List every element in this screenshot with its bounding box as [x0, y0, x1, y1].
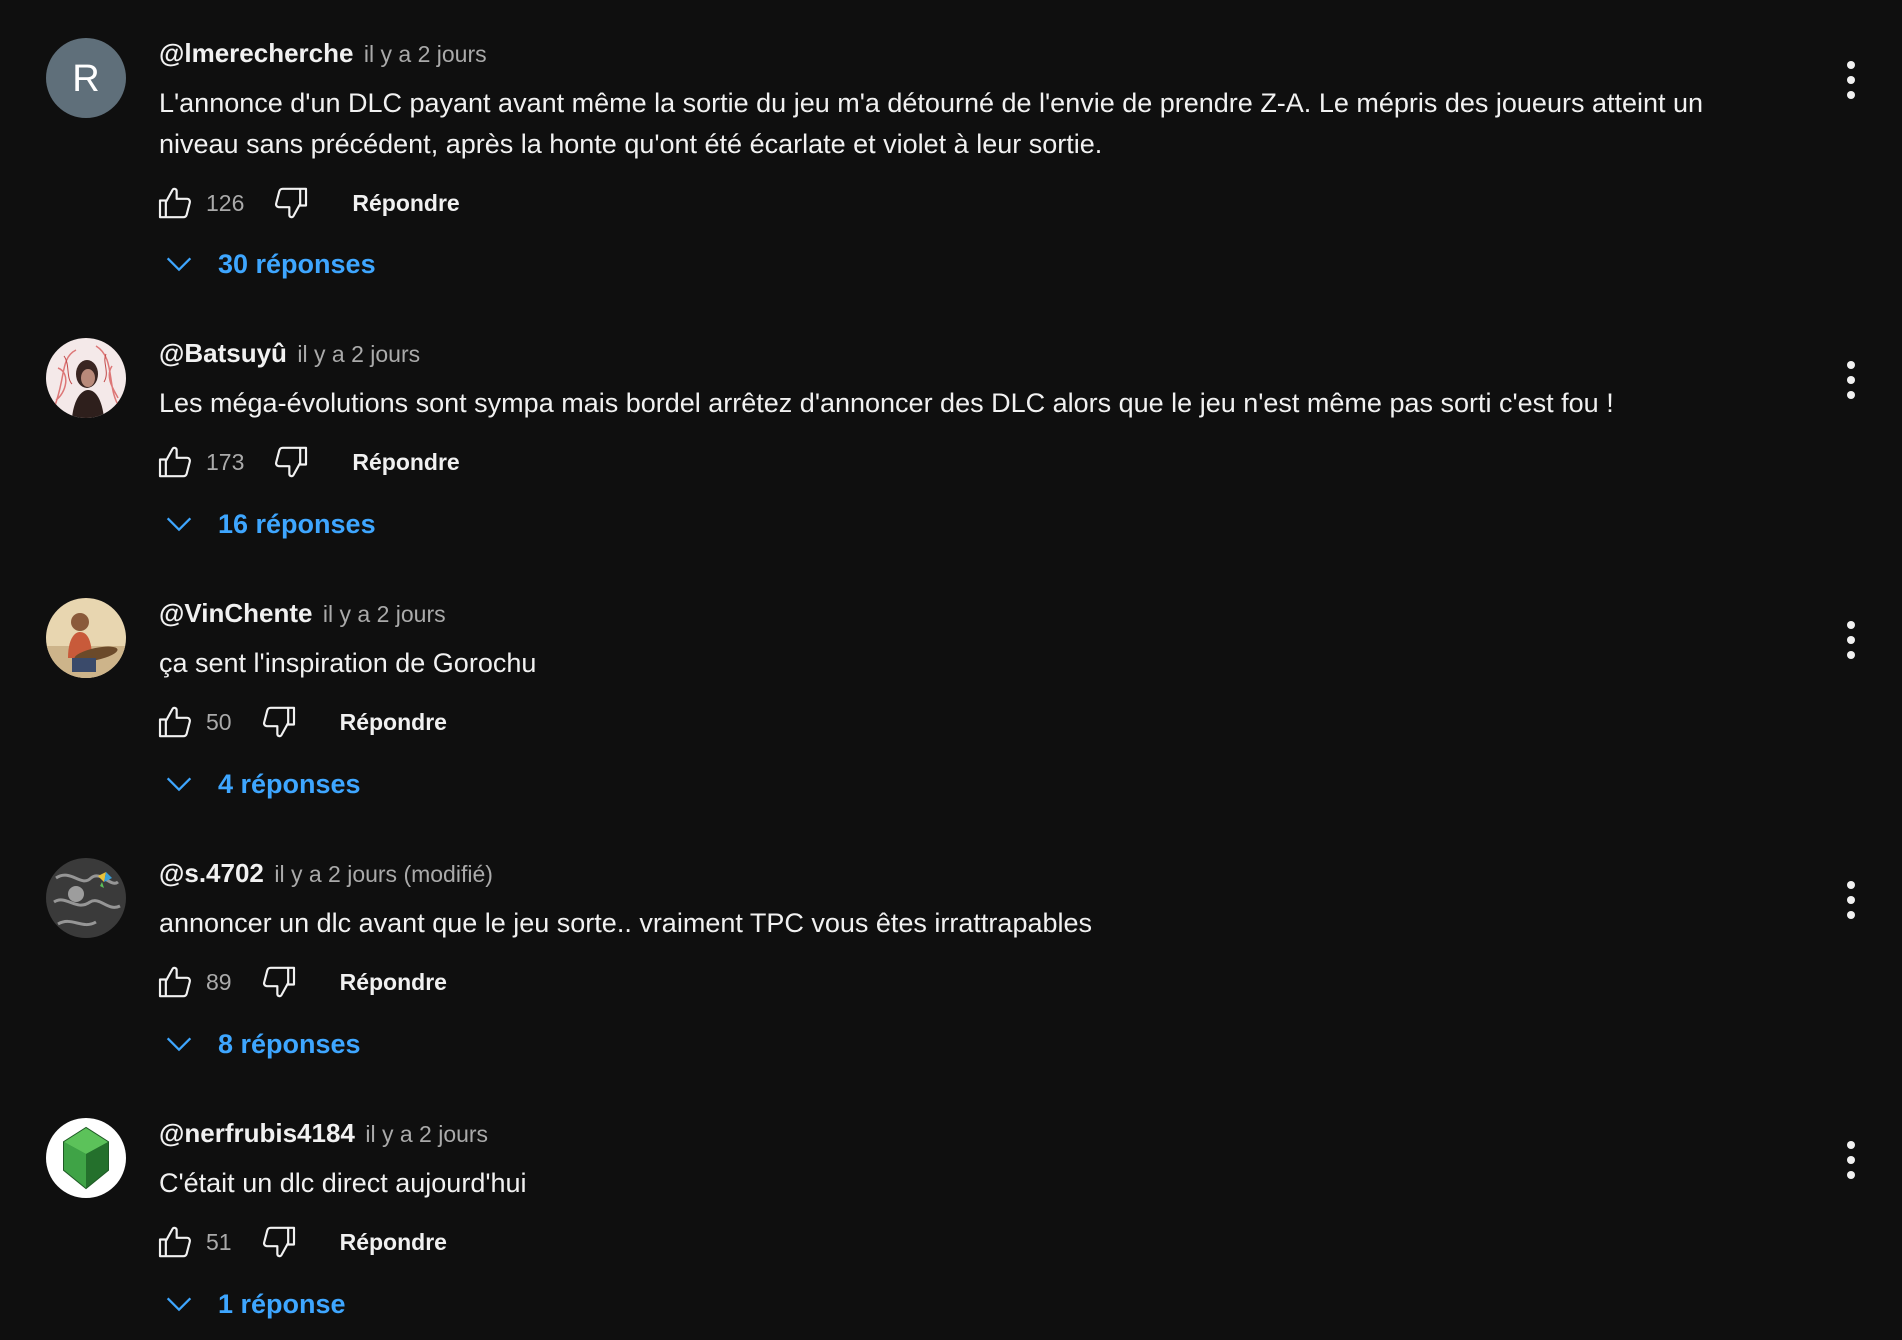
comment-time[interactable]: il y a 2 jours: [364, 41, 487, 67]
replies-count-label: 8 réponses: [218, 1028, 361, 1059]
comment-actions: 51 Répondre: [154, 1219, 447, 1265]
comment-author[interactable]: @s.4702: [159, 858, 264, 888]
comment-item: @s.4702 il y a 2 jours (modifié) annonce…: [0, 820, 1902, 1080]
comment-list: R @lmerecherche il y a 2 jours L'annonce…: [0, 0, 1902, 1338]
comment-text: ça sent l'inspiration de Gorochu: [159, 648, 537, 678]
more-vertical-icon: [1845, 360, 1857, 400]
dislike-button[interactable]: [258, 961, 300, 1003]
view-replies-button[interactable]: 30 réponses: [162, 247, 376, 281]
dislike-button[interactable]: [270, 182, 312, 224]
thumbs-up-icon: [155, 962, 195, 1002]
comment-text: Les méga-évolutions sont sympa mais bord…: [159, 388, 1614, 418]
comment-text: annoncer un dlc avant que le jeu sorte..…: [159, 908, 1093, 938]
comment-time[interactable]: il y a 2 jours: [323, 601, 446, 627]
reply-button[interactable]: Répondre: [340, 1229, 447, 1256]
thumbs-up-icon: [155, 702, 195, 742]
comment-menu-button[interactable]: [1833, 876, 1869, 924]
like-count: 51: [206, 1228, 232, 1255]
chevron-down-icon: [162, 767, 196, 801]
view-replies-button[interactable]: 16 réponses: [162, 507, 376, 541]
avatar-image: [46, 1118, 126, 1198]
chevron-down-icon: [162, 1287, 196, 1321]
comment-time[interactable]: il y a 2 jours (modifié): [274, 861, 493, 887]
comment-item: R @lmerecherche il y a 2 jours L'annonce…: [0, 0, 1902, 279]
comment-item: @Batsuyû il y a 2 jours Les méga-évoluti…: [0, 300, 1902, 560]
avatar[interactable]: [46, 338, 126, 418]
comment-actions: 173 Répondre: [154, 439, 460, 485]
thumbs-up-icon: [155, 183, 195, 223]
like-button[interactable]: [154, 701, 196, 743]
comment-actions: 89 Répondre: [154, 959, 447, 1005]
thumbs-up-icon: [155, 442, 195, 482]
like-count: 173: [206, 448, 245, 475]
like-count: 50: [206, 708, 232, 735]
comment-time[interactable]: il y a 2 jours: [297, 341, 420, 367]
thumbs-up-icon: [155, 1222, 195, 1262]
avatar-letter: R: [72, 58, 99, 100]
more-vertical-icon: [1845, 620, 1857, 660]
comment-item: @nerfrubis4184 il y a 2 jours C'était un…: [0, 1080, 1902, 1340]
replies-count-label: 16 réponses: [218, 508, 376, 539]
avatar[interactable]: [46, 598, 126, 678]
view-replies-button[interactable]: 4 réponses: [162, 767, 361, 801]
replies-count-label: 30 réponses: [218, 248, 376, 279]
comment-item: @VinChente il y a 2 jours ça sent l'insp…: [0, 560, 1902, 820]
comment-header: @lmerecherche il y a 2 jours: [159, 38, 487, 69]
comment-actions: 126 Répondre: [154, 180, 460, 226]
avatar-image: [46, 858, 126, 938]
like-button[interactable]: [154, 1221, 196, 1263]
thumbs-down-icon: [259, 702, 299, 742]
more-vertical-icon: [1845, 880, 1857, 920]
comment-author[interactable]: @VinChente: [159, 598, 312, 628]
comment-menu-button[interactable]: [1833, 56, 1869, 104]
replies-count-label: 1 réponse: [218, 1288, 346, 1319]
more-vertical-icon: [1845, 60, 1857, 100]
reply-button[interactable]: Répondre: [340, 709, 447, 736]
thumbs-down-icon: [259, 1222, 299, 1262]
avatar-image: [46, 338, 126, 418]
replies-count-label: 4 réponses: [218, 768, 361, 799]
reply-button[interactable]: Répondre: [352, 190, 459, 217]
comment-header: @nerfrubis4184 il y a 2 jours: [159, 1118, 488, 1149]
like-count: 126: [206, 189, 245, 216]
thumbs-down-icon: [271, 442, 311, 482]
avatar[interactable]: R: [46, 38, 126, 118]
comment-text: L'annonce d'un DLC payant avant même la …: [159, 88, 1704, 159]
view-replies-button[interactable]: 8 réponses: [162, 1027, 361, 1061]
comment-text: C'était un dlc direct aujourd'hui: [159, 1168, 527, 1198]
thumbs-down-icon: [271, 183, 311, 223]
comment-author[interactable]: @nerfrubis4184: [159, 1118, 355, 1148]
avatar-image: [46, 598, 126, 678]
like-button[interactable]: [154, 441, 196, 483]
comment-actions: 50 Répondre: [154, 699, 447, 745]
chevron-down-icon: [162, 1027, 196, 1061]
comment-time[interactable]: il y a 2 jours: [365, 1121, 488, 1147]
comment-menu-button[interactable]: [1833, 616, 1869, 664]
comment-header: @VinChente il y a 2 jours: [159, 598, 446, 629]
like-button[interactable]: [154, 961, 196, 1003]
comment-menu-button[interactable]: [1833, 1136, 1869, 1184]
avatar[interactable]: [46, 858, 126, 938]
reply-button[interactable]: Répondre: [352, 449, 459, 476]
avatar[interactable]: [46, 1118, 126, 1198]
like-count: 89: [206, 968, 232, 995]
view-replies-button[interactable]: 1 réponse: [162, 1287, 346, 1321]
reply-button[interactable]: Répondre: [340, 969, 447, 996]
comment-header: @Batsuyû il y a 2 jours: [159, 338, 420, 369]
chevron-down-icon: [162, 507, 196, 541]
dislike-button[interactable]: [258, 1221, 300, 1263]
dislike-button[interactable]: [258, 701, 300, 743]
thumbs-down-icon: [259, 962, 299, 1002]
dislike-button[interactable]: [270, 441, 312, 483]
comment-author[interactable]: @Batsuyû: [159, 338, 287, 368]
comment-menu-button[interactable]: [1833, 356, 1869, 404]
comment-header: @s.4702 il y a 2 jours (modifié): [159, 858, 493, 889]
like-button[interactable]: [154, 182, 196, 224]
more-vertical-icon: [1845, 1140, 1857, 1180]
comment-author[interactable]: @lmerecherche: [159, 38, 353, 68]
chevron-down-icon: [162, 247, 196, 281]
